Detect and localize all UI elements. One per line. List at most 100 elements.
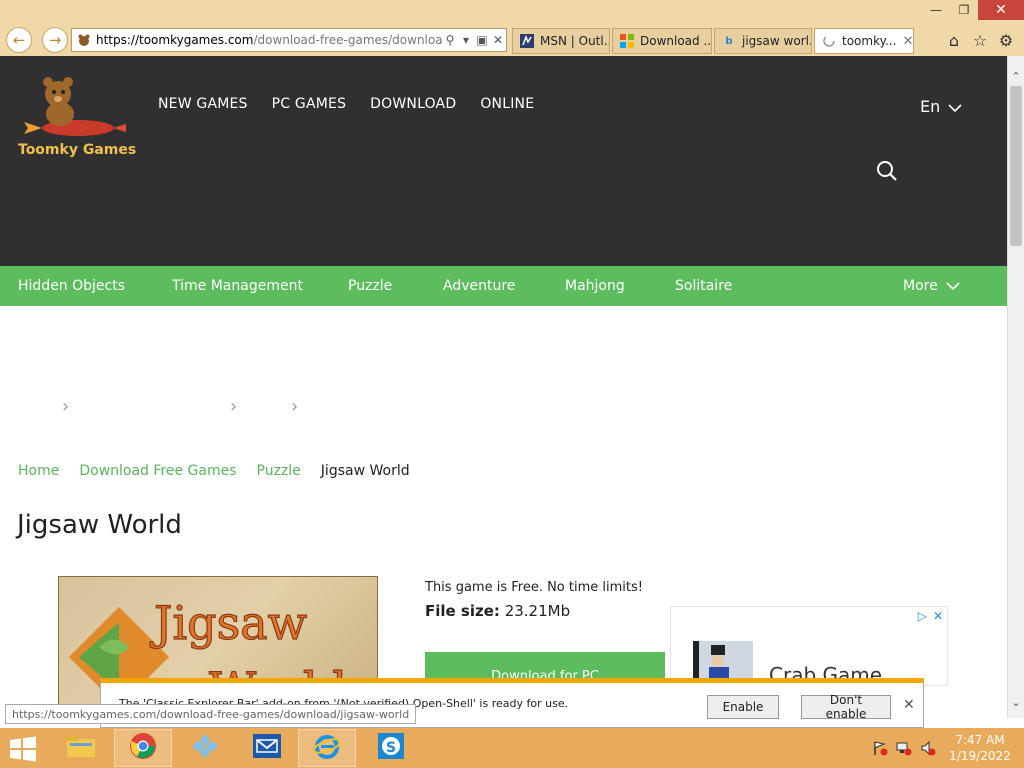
tab-label: MSN | Outl... (540, 34, 610, 48)
site-header: Toomky Games NEW GAMES PC GAMES DOWNLOAD… (0, 56, 1007, 266)
favorites-star-icon[interactable]: ☆ (970, 30, 990, 50)
taskbar-file-explorer[interactable] (52, 729, 110, 767)
more-label: More (903, 278, 938, 294)
skype-icon: S (377, 732, 405, 764)
tab-label: toomky... (842, 34, 897, 48)
status-bar-url: https://toomkygames.com/download-free-ga… (5, 704, 417, 724)
tab-download[interactable]: Download ... (612, 28, 712, 54)
page-scrollbar[interactable]: ⌃ ⌄ (1007, 56, 1024, 718)
enable-button[interactable]: Enable (707, 695, 779, 719)
forward-button[interactable]: → (42, 27, 68, 53)
chrome-icon (129, 732, 157, 764)
clock-time: 7:47 AM (955, 733, 1005, 747)
breadcrumb-home[interactable]: Home (18, 463, 59, 479)
address-bar[interactable]: https://toomkygames.com/download-free-ga… (71, 28, 507, 52)
chevron-right-icon: › (230, 396, 238, 417)
address-url[interactable]: https://toomkygames.com/download-free-ga… (96, 33, 442, 47)
breadcrumb-download-free-games[interactable]: Download Free Games (79, 463, 236, 479)
volume-muted-icon[interactable] (920, 740, 936, 756)
taskbar-chrome[interactable] (114, 729, 172, 767)
game-cover-title-1: Jigsaw (150, 596, 307, 650)
system-tray (872, 740, 936, 756)
close-window-button[interactable]: ✕ (978, 0, 1024, 20)
start-button[interactable] (8, 736, 40, 762)
free-game-text: This game is Free. No time limits! (425, 580, 643, 595)
advertisement[interactable]: ▷ ✕ Crab Game (670, 606, 948, 687)
bing-icon: b (725, 35, 733, 47)
tab-toomky[interactable]: toomky... ✕ (814, 28, 914, 54)
breadcrumb: Home Download Free Games Puzzle Jigsaw W… (18, 463, 410, 479)
tab-strip: MSN | Outl... Download ... b jigsaw worl… (512, 28, 916, 54)
category-mahjong[interactable]: Mahjong (565, 278, 625, 294)
scroll-up-icon[interactable]: ⌃ (1008, 70, 1024, 83)
category-time-management[interactable]: Time Management (172, 278, 303, 294)
file-size-label: File size: (425, 602, 500, 620)
scroll-down-icon[interactable]: ⌄ (1008, 696, 1024, 709)
scrollbar-thumb[interactable] (1010, 86, 1022, 246)
taskbar-mail[interactable] (238, 729, 296, 767)
nav-online[interactable]: ONLINE (480, 96, 534, 112)
back-button[interactable]: ← (6, 27, 32, 53)
gamepad-icon (190, 732, 220, 764)
taskbar: S 7:47 AM 1/19/2022 (0, 728, 1024, 768)
action-center-flag-icon[interactable] (872, 740, 888, 756)
window-controls: — ❐ ✕ (922, 0, 1024, 22)
taskbar-internet-explorer[interactable] (298, 729, 356, 767)
nav-new-games[interactable]: NEW GAMES (158, 96, 248, 112)
dont-enable-button[interactable]: Don't enable (801, 693, 891, 721)
arrow-right-icon: → (48, 31, 62, 49)
ad-close-icon[interactable]: ✕ (933, 609, 943, 623)
language-selector[interactable]: En (920, 97, 962, 116)
minimize-button[interactable]: — (922, 0, 950, 20)
network-icon[interactable] (896, 740, 912, 756)
chevron-right-icon: › (62, 396, 70, 417)
dropdown-icon[interactable]: ▾ (458, 33, 474, 47)
nav-pc-games[interactable]: PC GAMES (272, 96, 347, 112)
tab-jigsaw-search[interactable]: b jigsaw worl... (714, 28, 812, 54)
chevron-down-icon (946, 278, 960, 294)
microsoft-icon (619, 33, 635, 49)
category-hidden-objects[interactable]: Hidden Objects (18, 278, 125, 294)
tab-label: Download ... (640, 34, 712, 48)
restore-button[interactable]: ❐ (950, 0, 978, 20)
browser-chrome: — ❐ ✕ ← → https://toomkygames.com/downlo… (0, 0, 1024, 56)
page-title: Jigsaw World (17, 510, 182, 540)
category-solitaire[interactable]: Solitaire (675, 278, 732, 294)
search-icon (876, 161, 898, 186)
folder-icon (66, 733, 96, 763)
ad-choices[interactable]: ▷ ✕ (918, 609, 943, 623)
internet-explorer-icon (312, 732, 342, 764)
category-puzzle[interactable]: Puzzle (348, 278, 392, 294)
loading-spinner-icon (821, 33, 837, 49)
taskbar-skype[interactable]: S (362, 729, 420, 767)
site-favicon-icon (76, 32, 92, 48)
windows-logo-icon (10, 736, 36, 762)
home-icon[interactable]: ⌂ (944, 30, 964, 50)
system-clock[interactable]: 7:47 AM 1/19/2022 (948, 732, 1012, 764)
tab-close-icon[interactable]: ✕ (902, 34, 913, 49)
settings-gear-icon[interactable]: ⚙ (996, 30, 1016, 50)
stop-icon[interactable]: ✕ (490, 33, 506, 47)
nav-download[interactable]: DOWNLOAD (370, 96, 456, 112)
close-icon[interactable]: ✕ (903, 697, 915, 713)
lock-icon[interactable]: ▣ (474, 33, 490, 47)
taskbar-game-app[interactable] (176, 729, 234, 767)
category-adventure[interactable]: Adventure (443, 278, 515, 294)
top-nav: NEW GAMES PC GAMES DOWNLOAD ONLINE (158, 96, 534, 112)
logo-text[interactable]: Toomky Games (18, 142, 136, 158)
category-more[interactable]: More (903, 278, 960, 294)
mail-icon (252, 733, 282, 763)
url-path: /download-free-games/download/jig (253, 33, 442, 47)
chevron-down-icon (948, 97, 962, 116)
ad-choices-icon[interactable]: ▷ (918, 609, 927, 623)
search-button[interactable] (876, 160, 898, 186)
file-size-value: 23.21Mb (504, 602, 571, 620)
tab-label: jigsaw worl... (742, 34, 811, 48)
clock-date: 1/19/2022 (949, 749, 1011, 763)
breadcrumb-current: Jigsaw World (320, 463, 410, 479)
breadcrumb-puzzle[interactable]: Puzzle (257, 463, 301, 479)
search-icon[interactable]: ⚲ (442, 33, 458, 47)
file-size: File size: 23.21Mb (425, 602, 570, 620)
tab-msn[interactable]: MSN | Outl... (512, 28, 610, 54)
category-bar: Hidden Objects Time Management Puzzle Ad… (0, 266, 1007, 306)
